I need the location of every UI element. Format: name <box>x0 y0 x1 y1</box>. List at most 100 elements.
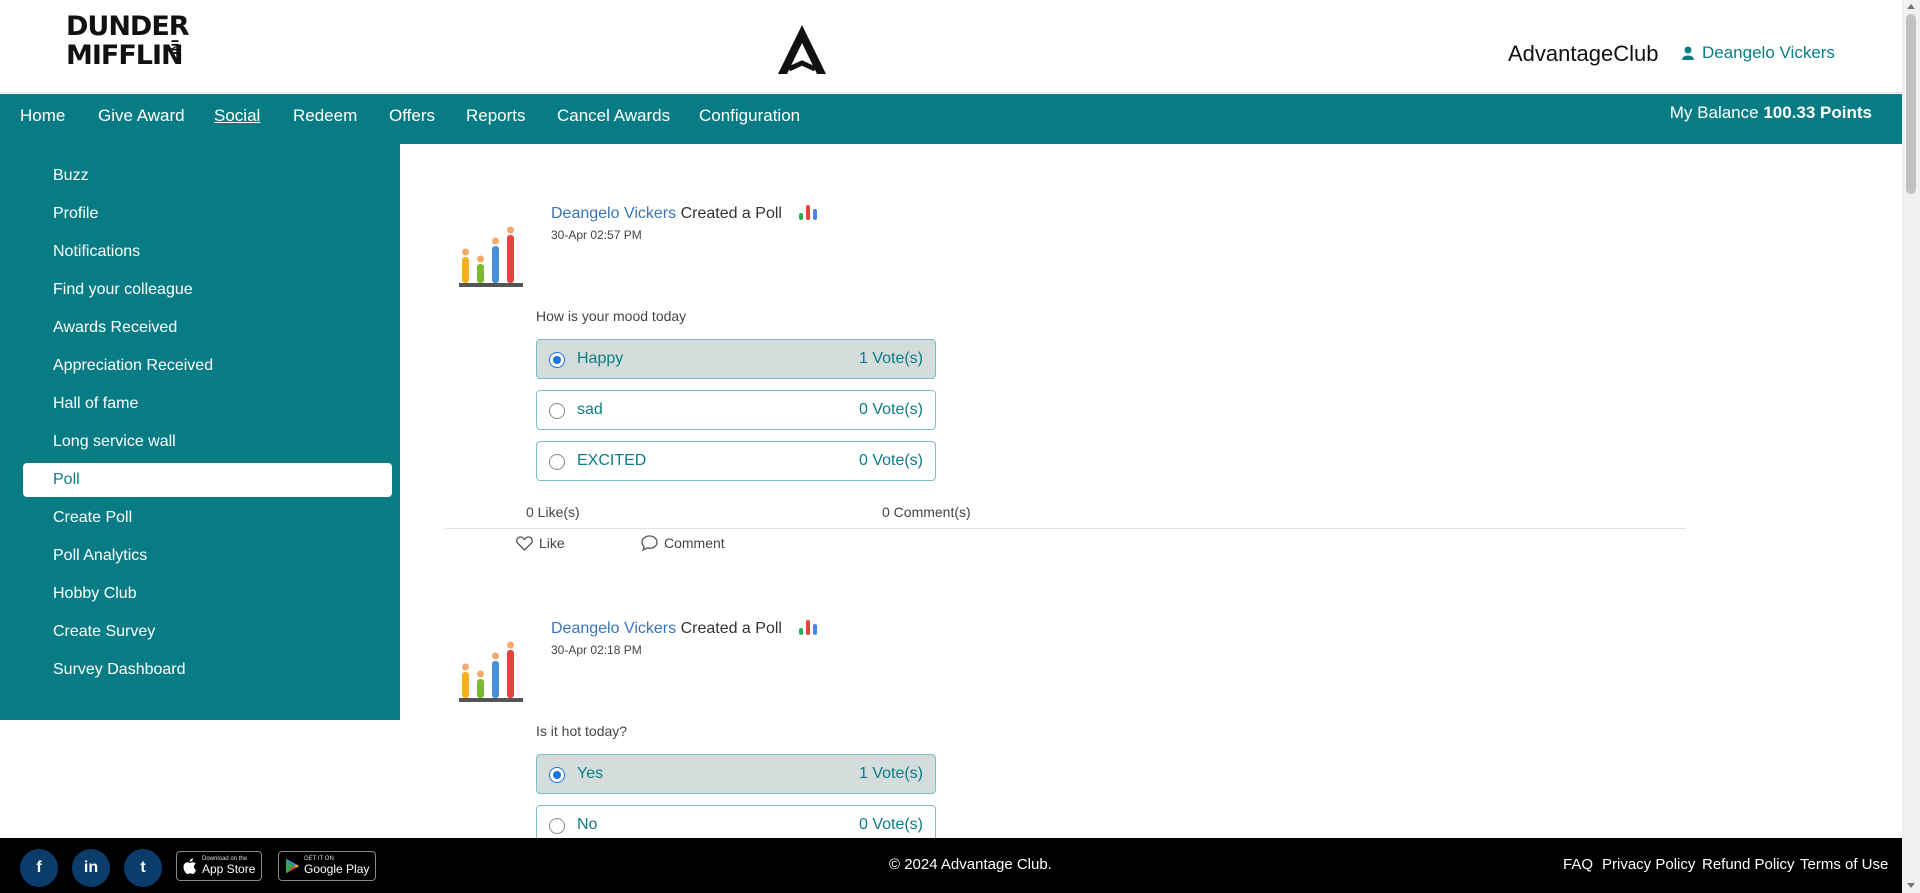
google-play-icon <box>286 858 299 874</box>
option-votes: 1 Vote(s) <box>858 765 923 782</box>
option-radio[interactable] <box>549 767 565 783</box>
option-votes: 0 Vote(s) <box>858 401 923 418</box>
user-name: Deangelo Vickers <box>1702 43 1835 62</box>
post-timestamp: 30-Apr 02:57 PM <box>551 228 642 242</box>
balance-display: My Balance 100.33 Points <box>1670 103 1872 123</box>
nav-offers[interactable]: Offers <box>389 94 435 144</box>
poll-bars-icon <box>799 620 818 635</box>
twitter-icon[interactable]: t <box>124 849 162 887</box>
option-label: No <box>577 816 598 833</box>
option-radio[interactable] <box>549 818 565 834</box>
dunder-mifflin-logo[interactable]: DUNDER MIFFLIN INC <box>66 11 190 76</box>
comments-count: 0 Comment(s) <box>882 504 971 520</box>
sidebar-item-long-service-wall[interactable]: Long service wall <box>23 425 392 459</box>
google-play-badge[interactable]: GET IT ON Google Play <box>278 851 377 881</box>
nav-redeem[interactable]: Redeem <box>293 94 357 144</box>
sidebar-item-awards-received[interactable]: Awards Received <box>23 311 392 345</box>
footer-link-refund-policy[interactable]: Refund Policy <box>1702 856 1795 873</box>
page-scrollbar[interactable] <box>1902 0 1920 893</box>
sidebar-item-profile[interactable]: Profile <box>23 197 392 231</box>
option-votes: 0 Vote(s) <box>858 452 923 469</box>
poll-option[interactable]: sad 0 Vote(s) <box>536 390 936 430</box>
footer-link-privacy-policy[interactable]: Privacy Policy <box>1602 856 1695 873</box>
like-label: Like <box>539 535 565 551</box>
facebook-icon[interactable]: f <box>20 849 58 887</box>
comment-label: Comment <box>664 535 725 551</box>
poll-option[interactable]: No 0 Vote(s) <box>536 805 936 838</box>
nav-home[interactable]: Home <box>20 94 65 144</box>
sidebar-item-create-poll[interactable]: Create Poll <box>23 501 392 535</box>
option-radio[interactable] <box>549 403 565 419</box>
nav-configuration[interactable]: Configuration <box>699 94 800 144</box>
balance-value: 100.33 Points <box>1763 103 1872 122</box>
post-author-link[interactable]: Deangelo Vickers <box>551 620 676 637</box>
brand-text: AdvantageClub <box>1508 41 1658 67</box>
brand-label: AdvantageClub <box>1508 41 1659 66</box>
nav-reports[interactable]: Reports <box>466 94 526 144</box>
scrollbar-thumb[interactable] <box>1906 14 1916 194</box>
post-timestamp: 30-Apr 02:18 PM <box>551 643 642 657</box>
logo-suffix: INC <box>168 39 180 59</box>
user-icon <box>1682 46 1694 60</box>
nav-give-award[interactable]: Give Award <box>98 94 185 144</box>
footer: f in t Download on the App Store GET IT … <box>0 838 1902 893</box>
footer-link-faq[interactable]: FAQ <box>1563 856 1593 873</box>
copyright-text: © 2024 Advantage Club. <box>889 856 1052 873</box>
poll-bars-icon <box>799 205 818 220</box>
social-sidebar: Buzz Profile Notifications Find your col… <box>0 144 400 720</box>
advantage-a-logo-icon[interactable] <box>775 23 829 77</box>
option-label: Yes <box>577 765 604 782</box>
post-author-link[interactable]: Deangelo Vickers <box>551 205 676 222</box>
sidebar-item-buzz[interactable]: Buzz <box>23 159 392 193</box>
post-header: Deangelo Vickers Created a Poll <box>551 204 818 223</box>
poll-question: How is your mood today <box>536 308 687 324</box>
like-button[interactable]: Like <box>516 535 565 551</box>
poll-post: Deangelo Vickers Created a Poll 30-Apr 0… <box>445 559 1686 838</box>
likes-count: 0 Like(s) <box>526 504 580 520</box>
sidebar-item-survey-dashboard[interactable]: Survey Dashboard <box>23 653 392 687</box>
post-divider <box>445 528 1686 529</box>
poll-chart-icon <box>459 641 523 702</box>
user-profile-link[interactable]: Deangelo Vickers <box>1682 43 1835 63</box>
sidebar-item-hobby-club[interactable]: Hobby Club <box>23 577 392 611</box>
poll-question: Is it hot today? <box>536 723 628 739</box>
footer-link-terms-of-use[interactable]: Terms of Use <box>1800 856 1888 873</box>
scroll-up-arrow-icon[interactable] <box>1907 4 1915 9</box>
scroll-down-arrow-icon[interactable] <box>1907 883 1915 888</box>
sidebar-item-poll-analytics[interactable]: Poll Analytics <box>23 539 392 573</box>
poll-option[interactable]: Yes 1 Vote(s) <box>536 754 936 794</box>
app-store-text: App Store <box>202 862 256 876</box>
logo-line-2: MIFFLIN <box>66 40 184 71</box>
comment-button[interactable]: Comment <box>641 535 725 551</box>
post-action-text: Created a Poll <box>680 620 782 637</box>
heart-icon <box>516 535 533 551</box>
option-label: EXCITED <box>577 452 647 469</box>
app-store-badge[interactable]: Download on the App Store <box>176 851 263 881</box>
logo-line-1: DUNDER <box>66 11 190 42</box>
sidebar-item-hall-of-fame[interactable]: Hall of fame <box>23 387 392 421</box>
sidebar-item-find-colleague[interactable]: Find your colleague <box>23 273 392 307</box>
poll-feed: Deangelo Vickers Created a Poll 30-Apr 0… <box>400 144 1902 838</box>
linkedin-icon[interactable]: in <box>72 849 110 887</box>
post-header: Deangelo Vickers Created a Poll <box>551 619 818 638</box>
nav-cancel-awards[interactable]: Cancel Awards <box>557 94 670 144</box>
option-votes: 0 Vote(s) <box>858 816 923 833</box>
option-radio[interactable] <box>549 454 565 470</box>
sidebar-item-poll[interactable]: Poll <box>23 463 392 497</box>
option-label: Happy <box>577 350 624 367</box>
sidebar-item-notifications[interactable]: Notifications <box>23 235 392 269</box>
sidebar-item-create-survey[interactable]: Create Survey <box>23 615 392 649</box>
header: DUNDER MIFFLIN INC AdvantageClub Deangel… <box>0 0 1902 93</box>
apple-icon <box>183 858 196 874</box>
comment-icon <box>641 535 658 551</box>
sidebar-item-appreciation-received[interactable]: Appreciation Received <box>23 349 392 383</box>
main-navbar: Home Give Award Social Redeem Offers Rep… <box>0 94 1902 144</box>
google-play-text: Google Play <box>304 862 370 876</box>
nav-social[interactable]: Social <box>214 94 260 144</box>
option-label: sad <box>577 401 603 418</box>
option-radio[interactable] <box>549 352 565 368</box>
poll-option[interactable]: Happy 1 Vote(s) <box>536 339 936 379</box>
post-action-text: Created a Poll <box>680 205 782 222</box>
poll-option[interactable]: EXCITED 0 Vote(s) <box>536 441 936 481</box>
option-votes: 1 Vote(s) <box>858 350 923 367</box>
